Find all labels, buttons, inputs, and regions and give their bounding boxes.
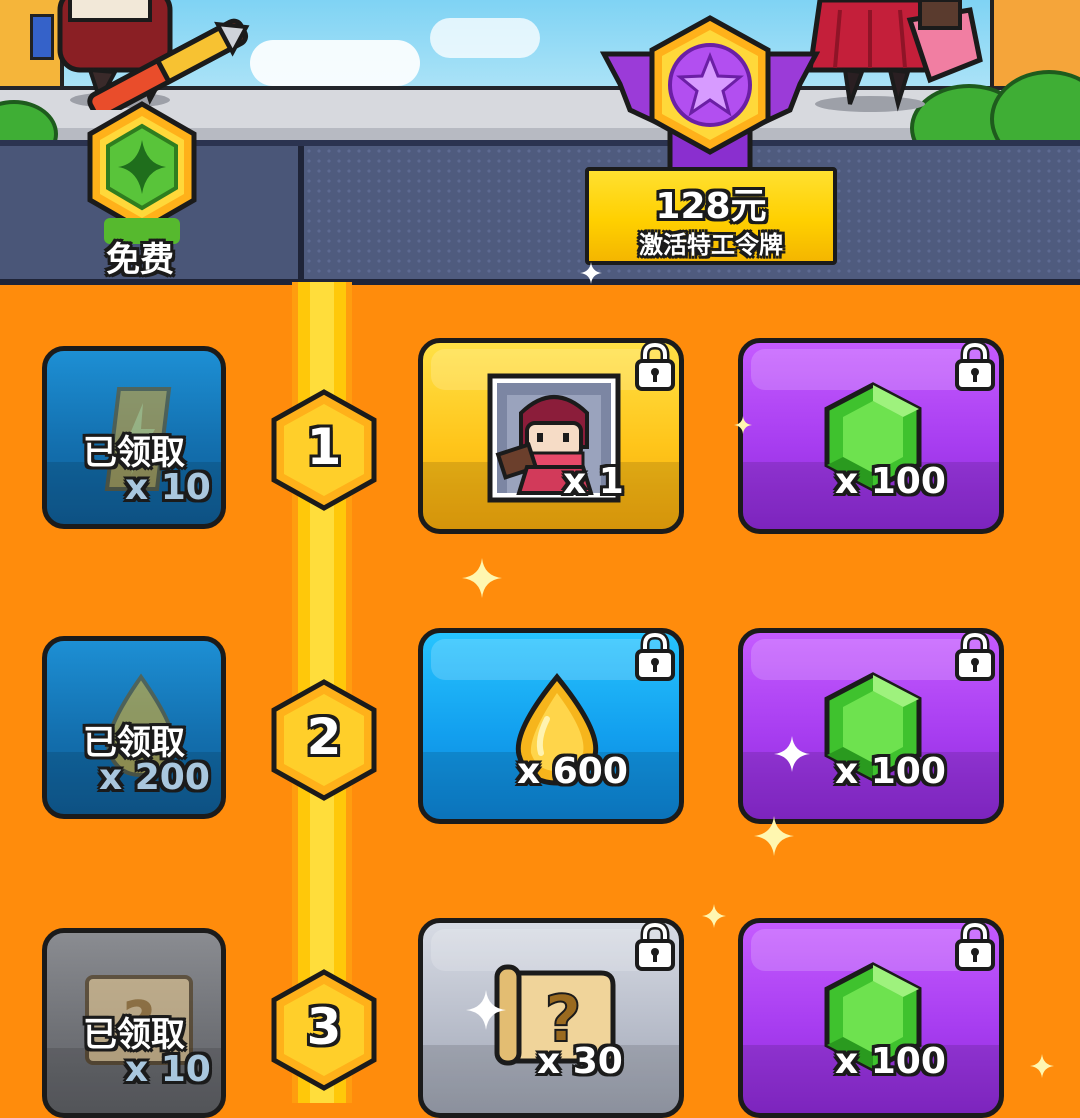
sparkle-icon (466, 990, 506, 1030)
lock-icon (635, 343, 675, 391)
premium-reward-card-2a[interactable]: x 600 (418, 628, 684, 824)
reward-quantity: x 100 (835, 751, 946, 792)
cloud (250, 40, 420, 86)
activate-price: 128元 (655, 186, 767, 227)
reward-quantity: x 10 (125, 467, 211, 508)
sparkle-icon (580, 262, 602, 284)
activate-pass-button[interactable]: 128元 激活特工令牌 (585, 167, 837, 265)
character-left-icon (57, 0, 250, 110)
lock-icon (635, 633, 675, 681)
level-number: 2 (306, 708, 342, 766)
level-badge-3: 3 (268, 968, 380, 1092)
reward-quantity: x 600 (517, 751, 628, 792)
level-badge-2: 2 (268, 678, 380, 802)
level-number: 3 (306, 998, 342, 1056)
premium-reward-card-2b[interactable]: x 100 (738, 628, 1004, 824)
sparkle-icon (702, 904, 726, 928)
lock-icon (955, 923, 995, 971)
sparkle-icon (754, 816, 794, 856)
cloud (430, 18, 540, 58)
lock-icon (635, 923, 675, 971)
reward-quantity: x 200 (99, 757, 210, 798)
free-tier-label: 免费 (106, 240, 174, 280)
reward-quantity: x 1 (563, 461, 624, 502)
premium-reward-card-1a[interactable]: x 1 (418, 338, 684, 534)
sparkle-icon (774, 736, 810, 772)
free-reward-card-1[interactable]: 已领取 x 10 (42, 346, 226, 529)
level-badge-1: 1 (268, 388, 380, 512)
free-reward-card-2[interactable]: 已领取 x 200 (42, 636, 226, 819)
premium-reward-card-1b[interactable]: x 100 (738, 338, 1004, 534)
reward-quantity: x 10 (125, 1049, 211, 1090)
premium-tier-emblem-icon (600, 15, 820, 174)
reward-quantity: x 100 (835, 1041, 946, 1082)
lock-icon (955, 633, 995, 681)
premium-reward-card-3b[interactable]: x 100 (738, 918, 1004, 1118)
free-tier-emblem-icon (87, 101, 197, 244)
reward-quantity: x 100 (835, 461, 946, 502)
reward-quantity: x 30 (537, 1041, 623, 1082)
free-reward-card-3[interactable]: ? 已领取 x 10 (42, 928, 226, 1118)
lock-icon (955, 343, 995, 391)
sparkle-icon (734, 416, 752, 434)
sparkle-icon (462, 558, 502, 598)
premium-reward-card-3a[interactable]: ? x 30 (418, 918, 684, 1118)
level-number: 1 (306, 418, 342, 476)
activate-label: 激活特工令牌 (639, 231, 783, 259)
sparkle-icon (1030, 1054, 1054, 1078)
